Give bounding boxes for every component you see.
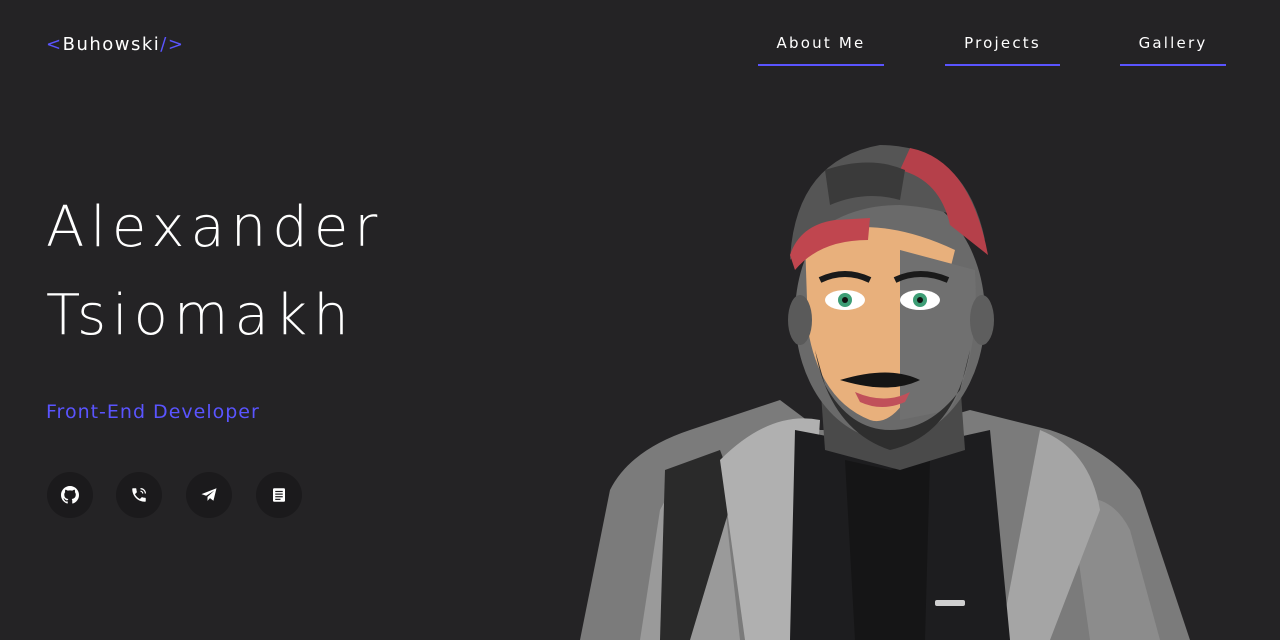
phone-button[interactable]: [116, 472, 162, 518]
phone-icon: [132, 488, 146, 502]
telegram-button[interactable]: [186, 472, 232, 518]
resume-icon: [273, 488, 285, 502]
hero-last-name: Tsiomakh: [46, 283, 355, 348]
nav-gallery[interactable]: Gallery: [1120, 34, 1226, 66]
nav-about-me[interactable]: About Me: [758, 34, 884, 66]
logo-close-bracket: />: [160, 34, 185, 55]
github-button[interactable]: [47, 472, 93, 518]
portrait-illustration: [580, 145, 1190, 640]
hero-first-name: Alexander: [46, 195, 384, 260]
hero-role: Front-End Developer: [46, 401, 260, 423]
logo-text: Buhowski: [62, 34, 161, 55]
telegram-icon: [201, 488, 217, 501]
page: <Buhowski/> About Me Projects Gallery Al…: [0, 0, 1280, 640]
nav-projects[interactable]: Projects: [945, 34, 1060, 66]
resume-button[interactable]: [256, 472, 302, 518]
logo-open-bracket: <: [46, 34, 63, 55]
github-icon: [61, 486, 79, 504]
logo[interactable]: <Buhowski/>: [46, 34, 184, 55]
